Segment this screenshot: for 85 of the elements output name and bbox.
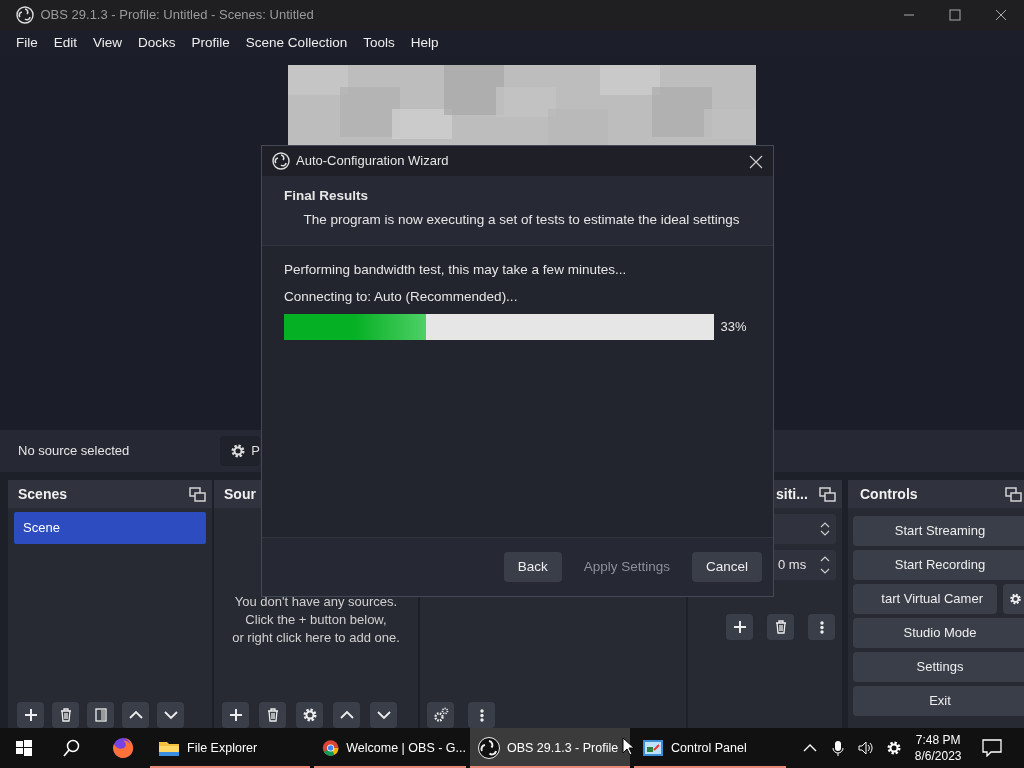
control-button[interactable]: Exit <box>853 686 1024 716</box>
section-heading: Final Results <box>284 187 370 205</box>
remove-button[interactable] <box>259 702 286 728</box>
app-logo-icon <box>478 737 500 759</box>
advanced-settings-button[interactable] <box>427 702 454 728</box>
browser-icon <box>112 737 134 759</box>
cursor-icon <box>622 737 634 755</box>
settings-button[interactable] <box>296 702 323 728</box>
microphone-icon[interactable] <box>830 740 847 756</box>
maximize-icon[interactable] <box>949 9 961 21</box>
filter-icon <box>92 707 109 723</box>
spin-arrows-icon <box>820 555 830 575</box>
properties-button[interactable]: P <box>220 436 261 466</box>
scene-item[interactable]: Scene <box>14 512 206 544</box>
undock-icon[interactable] <box>1005 486 1022 502</box>
menu-item[interactable]: File <box>10 33 44 54</box>
settings-icon <box>301 707 318 723</box>
gears-icon <box>432 707 449 723</box>
close-icon <box>749 154 763 169</box>
clock-date: 8/6/2023 <box>914 748 962 764</box>
control-button[interactable]: Settings <box>853 652 1024 682</box>
taskbar-app[interactable]: File Explorer <box>150 728 310 768</box>
more-icon <box>479 708 484 722</box>
move-up-button[interactable] <box>333 702 360 728</box>
status-text: Connecting to: Auto (Recommended)... <box>284 287 519 306</box>
close-icon[interactable] <box>995 9 1007 21</box>
virtual-camera-button[interactable]: tart Virtual Camer <box>853 584 997 614</box>
remove-button[interactable] <box>767 614 794 640</box>
filters-button[interactable] <box>87 702 114 728</box>
app-logo-icon <box>272 152 290 170</box>
app-logo-icon <box>16 6 34 24</box>
dock-title: siti... <box>776 484 808 504</box>
section-description: The program is now executing a set of tests to estimate the ideal settings <box>302 210 741 229</box>
taskbar-app[interactable]: Control Panel <box>634 728 786 768</box>
control-button[interactable]: Start Streaming <box>853 516 1024 546</box>
search-icon[interactable] <box>63 739 81 757</box>
remove-button[interactable] <box>52 702 79 728</box>
settings-icon <box>230 443 247 459</box>
dock-title: Sour <box>224 484 256 504</box>
menu-item[interactable]: Profile <box>185 33 236 54</box>
progress-reading: 33% <box>720 317 747 336</box>
undock-icon[interactable] <box>189 486 206 502</box>
menu-item[interactable]: Scene Collection <box>239 33 354 54</box>
speaker-icon[interactable] <box>858 740 875 756</box>
status-text: Performing bandwidth test, this may take a few minutes... <box>284 261 628 279</box>
settings-button[interactable] <box>1003 584 1024 614</box>
add-button[interactable] <box>222 702 249 728</box>
menu-item[interactable]: View <box>87 33 129 54</box>
move-down-button[interactable] <box>370 702 397 728</box>
dialog-title: Auto-Configuration Wizard <box>296 152 449 171</box>
empty-sources-message: You don't have any sources. Click the + button below, or right click here to add one. <box>231 592 401 647</box>
settings-icon <box>1009 591 1022 607</box>
browser-icon <box>322 737 340 759</box>
windows-logo-icon[interactable] <box>16 740 32 756</box>
notifications-icon[interactable] <box>982 739 1002 757</box>
dialog-button: Apply Settings <box>569 552 684 582</box>
menu-item[interactable]: Edit <box>47 33 84 54</box>
control-button[interactable]: Studio Mode <box>853 618 1024 648</box>
dock-title: Controls <box>860 484 918 504</box>
dialog-button[interactable]: Back <box>503 552 562 582</box>
taskbar-app[interactable]: Welcome | OBS - G... <box>314 728 466 768</box>
window-title: OBS 29.1.3 - Profile: Untitled - Scenes: Untitled <box>40 6 314 25</box>
menu-item[interactable]: Tools <box>357 33 401 54</box>
move-up-button[interactable] <box>122 702 149 728</box>
clock-time: 7:48 PM <box>914 732 962 748</box>
spin-arrows-icon <box>820 521 830 537</box>
more-button[interactable] <box>808 614 835 640</box>
plus-icon <box>731 619 748 635</box>
control-panel-icon <box>642 737 664 759</box>
undock-icon[interactable] <box>819 486 836 502</box>
plus-icon <box>22 707 39 723</box>
move-down-button[interactable] <box>157 702 184 728</box>
plus-icon <box>227 707 244 723</box>
add-button[interactable] <box>726 614 753 640</box>
menu-item[interactable]: Docks <box>132 33 182 54</box>
status-text: No source selected <box>18 442 130 461</box>
more-icon <box>819 620 824 634</box>
menu-item[interactable]: Help <box>404 33 445 54</box>
dialog-button[interactable]: Cancel <box>691 552 762 582</box>
add-button[interactable] <box>17 702 44 728</box>
settings-icon[interactable] <box>886 740 903 756</box>
control-button[interactable]: Start Recording <box>853 550 1024 580</box>
more-button[interactable] <box>468 702 495 728</box>
dock-title: Scenes <box>18 484 68 504</box>
taskbar-app[interactable]: OBS 29.1.3 - Profile <box>470 728 630 768</box>
